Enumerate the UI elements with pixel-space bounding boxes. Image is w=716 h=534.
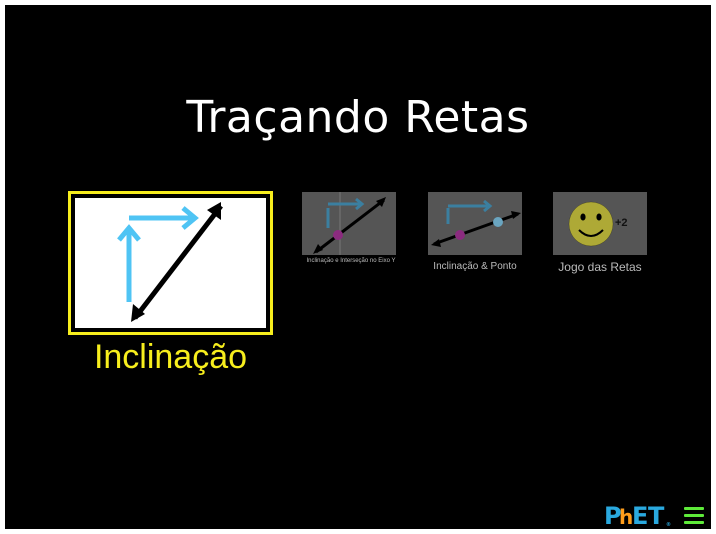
screen-label: Jogo das Retas [558, 260, 642, 274]
screen-button-inclinacao-ponto[interactable]: Inclinação & Ponto [424, 191, 526, 276]
app-title: Traçando Retas [186, 92, 530, 143]
screen-label: Inclinação & Ponto [433, 261, 517, 272]
screen-icon-inclinacao [68, 191, 273, 335]
hamburger-menu-icon[interactable] [684, 507, 704, 525]
svg-text:E: E [632, 502, 647, 528]
smiley-face-icon [568, 201, 614, 247]
svg-text:T: T [648, 502, 665, 528]
screen-button-jogo[interactable]: +2 Jogo das Retas [549, 191, 651, 276]
screen-icon-jogo: +2 [553, 192, 647, 255]
phet-logo-mark: P h E T ® [604, 502, 672, 530]
score-badge: +2 [615, 217, 628, 229]
screen-label: Inclinação e Interseção no Eixo Y [306, 258, 396, 264]
slope-intercept-icon [313, 192, 386, 255]
screen-icon-intersecao [302, 192, 396, 255]
phet-logo[interactable]: P h E T ® [604, 502, 676, 530]
slope-icon [117, 202, 223, 322]
screen-button-inclinacao-intersecao[interactable]: Inclinação e Interseção no Eixo Y [300, 191, 402, 271]
screen-icon-ponto [428, 192, 522, 255]
screen-button-inclinacao[interactable]: Inclinação [68, 191, 273, 381]
svg-text:h: h [619, 505, 632, 528]
svg-text:®: ® [666, 522, 671, 528]
screen-label: Inclinação [93, 338, 248, 376]
point-slope-icon [431, 199, 521, 247]
